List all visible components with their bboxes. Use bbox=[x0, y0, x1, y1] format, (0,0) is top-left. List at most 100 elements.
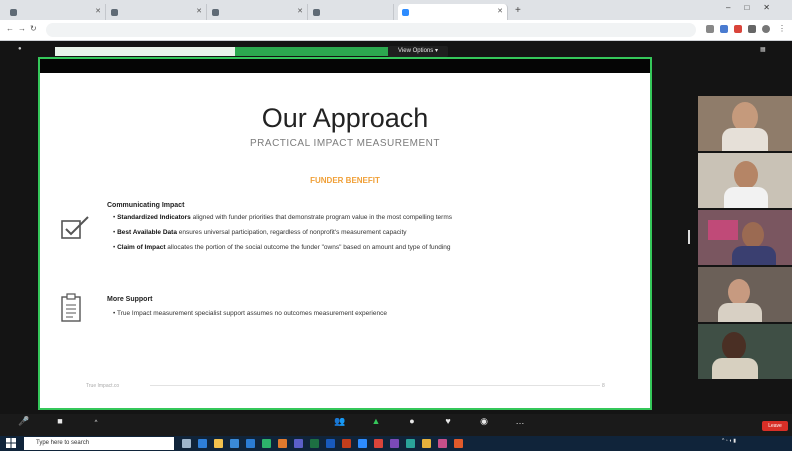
more-button[interactable]: … bbox=[502, 416, 538, 426]
video-camera-icon: ■ bbox=[57, 416, 63, 426]
shared-screen-top bbox=[38, 57, 652, 73]
unmute-button[interactable]: 🎤 bbox=[6, 416, 42, 427]
close-icon[interactable]: ✕ bbox=[196, 4, 202, 20]
record-icon: ◉ bbox=[480, 416, 488, 426]
close-icon[interactable]: ✕ bbox=[95, 4, 101, 20]
share-screen-button[interactable]: ▲ bbox=[358, 416, 394, 426]
chrome-icon[interactable] bbox=[262, 439, 271, 448]
chat-icon: ● bbox=[409, 416, 415, 426]
slide-subtitle: PRACTICAL IMPACT MEASUREMENT bbox=[250, 138, 440, 149]
share-screen-icon: ▲ bbox=[371, 416, 381, 426]
block-heading: Communicating Impact bbox=[107, 202, 185, 209]
slide-title: Our Approach bbox=[261, 103, 429, 133]
zoom-icon[interactable] bbox=[358, 439, 367, 448]
participants-icon: 👥 bbox=[334, 416, 346, 426]
participant-video-tile[interactable] bbox=[698, 324, 792, 379]
record-button[interactable]: ◉ bbox=[466, 416, 502, 427]
background-object bbox=[708, 220, 738, 240]
shared-slide: Our Approach PRACTICAL IMPACT MEASUREMEN… bbox=[38, 73, 652, 410]
clipboard-icon bbox=[61, 293, 81, 322]
gallery-view-icon[interactable]: ▦ bbox=[760, 46, 766, 53]
block-heading: More Support bbox=[107, 296, 153, 303]
view-options-button[interactable]: View Options ▾ bbox=[388, 46, 448, 57]
word-icon[interactable] bbox=[326, 439, 335, 448]
participant-video-tile[interactable] bbox=[698, 153, 792, 208]
bullet-item: • Standardized Indicators aligned with f… bbox=[113, 214, 452, 221]
tab-favicon-icon bbox=[212, 9, 219, 16]
participant-body bbox=[724, 187, 768, 208]
tab-favicon-icon bbox=[313, 9, 320, 16]
system-tray[interactable]: ^ ▫ ◖ ▮ bbox=[722, 438, 736, 444]
avatar bbox=[728, 279, 750, 305]
participant-video-tile[interactable] bbox=[698, 267, 792, 322]
footer-divider bbox=[150, 385, 600, 386]
browser-tab-3[interactable]: ✕ bbox=[208, 4, 308, 20]
reload-icon[interactable]: ↻ bbox=[30, 24, 37, 33]
windows-start-icon[interactable] bbox=[6, 438, 16, 448]
new-tab-button[interactable]: + bbox=[515, 5, 521, 16]
participants-button[interactable]: 👥 bbox=[322, 416, 358, 427]
star-icon[interactable] bbox=[706, 25, 714, 33]
app-icon[interactable] bbox=[422, 439, 431, 448]
browser-tab-1[interactable]: ✕ bbox=[6, 4, 106, 20]
participant-body bbox=[718, 303, 762, 322]
reactions-button[interactable]: ♥ bbox=[430, 416, 466, 426]
profile-avatar[interactable] bbox=[762, 25, 770, 33]
url-input[interactable] bbox=[46, 23, 696, 37]
menu-icon[interactable]: ⋮ bbox=[778, 24, 786, 33]
participant-body bbox=[722, 128, 768, 151]
browser-tab-5[interactable]: ✕ bbox=[398, 4, 508, 20]
taskbar-search-input[interactable]: Type here to search bbox=[24, 437, 174, 450]
start-video-button[interactable]: ■ bbox=[42, 416, 78, 426]
app-icon[interactable] bbox=[438, 439, 447, 448]
leave-button[interactable]: Leave bbox=[762, 421, 788, 431]
bullet-item: • True Impact measurement specialist sup… bbox=[113, 310, 387, 317]
extension-icon[interactable] bbox=[734, 25, 742, 33]
extension-icon[interactable] bbox=[720, 25, 728, 33]
tab-favicon-icon bbox=[111, 9, 118, 16]
participant-body bbox=[712, 358, 758, 379]
video-options-chevron[interactable]: ^ bbox=[78, 420, 114, 426]
chat-button[interactable]: ● bbox=[394, 416, 430, 426]
task-view-icon[interactable] bbox=[182, 439, 191, 448]
file-explorer-icon[interactable] bbox=[214, 439, 223, 448]
slide-section-title: FUNDER BENEFIT bbox=[310, 176, 380, 185]
slide-footer: True Impact.co bbox=[86, 383, 120, 389]
excel-icon[interactable] bbox=[310, 439, 319, 448]
window-controls[interactable]: –□✕ bbox=[726, 3, 784, 12]
bullet-item: • Claim of Impact allocates the portion … bbox=[113, 244, 451, 251]
meeting-info-icon[interactable]: ● bbox=[18, 46, 22, 52]
tab-favicon-icon bbox=[10, 9, 17, 16]
close-icon[interactable]: ✕ bbox=[297, 4, 303, 20]
app-icon[interactable] bbox=[406, 439, 415, 448]
app-icon[interactable] bbox=[278, 439, 287, 448]
close-icon[interactable]: ✕ bbox=[497, 4, 503, 20]
participant-video-tile[interactable] bbox=[698, 96, 792, 151]
banner-left-area bbox=[55, 47, 235, 56]
more-icon: … bbox=[515, 416, 525, 426]
avatar bbox=[742, 222, 764, 248]
participant-body bbox=[732, 246, 776, 265]
store-icon[interactable] bbox=[230, 439, 239, 448]
browser-tab-2[interactable]: ✕ bbox=[107, 4, 207, 20]
panel-resize-handle[interactable] bbox=[688, 230, 690, 244]
app-icon[interactable] bbox=[454, 439, 463, 448]
checkbox-icon bbox=[61, 216, 89, 239]
app-icon[interactable] bbox=[390, 439, 399, 448]
avatar bbox=[734, 161, 758, 189]
zoom-favicon-icon bbox=[402, 9, 409, 16]
edge-icon[interactable] bbox=[198, 439, 207, 448]
browser-tab-4[interactable] bbox=[309, 4, 394, 20]
avatar bbox=[722, 332, 746, 360]
extension-icon[interactable] bbox=[748, 25, 756, 33]
powerpoint-icon[interactable] bbox=[342, 439, 351, 448]
back-icon[interactable]: ← bbox=[6, 24, 14, 33]
forward-icon[interactable]: → bbox=[18, 24, 26, 33]
bullet-item: • Best Available Data ensures universal … bbox=[113, 229, 407, 236]
microphone-icon: 🎤 bbox=[18, 416, 30, 426]
teams-icon[interactable] bbox=[294, 439, 303, 448]
mail-icon[interactable] bbox=[246, 439, 255, 448]
participant-video-tile[interactable] bbox=[698, 210, 792, 265]
app-icon[interactable] bbox=[374, 439, 383, 448]
slide-page-number: 8 bbox=[602, 383, 605, 389]
